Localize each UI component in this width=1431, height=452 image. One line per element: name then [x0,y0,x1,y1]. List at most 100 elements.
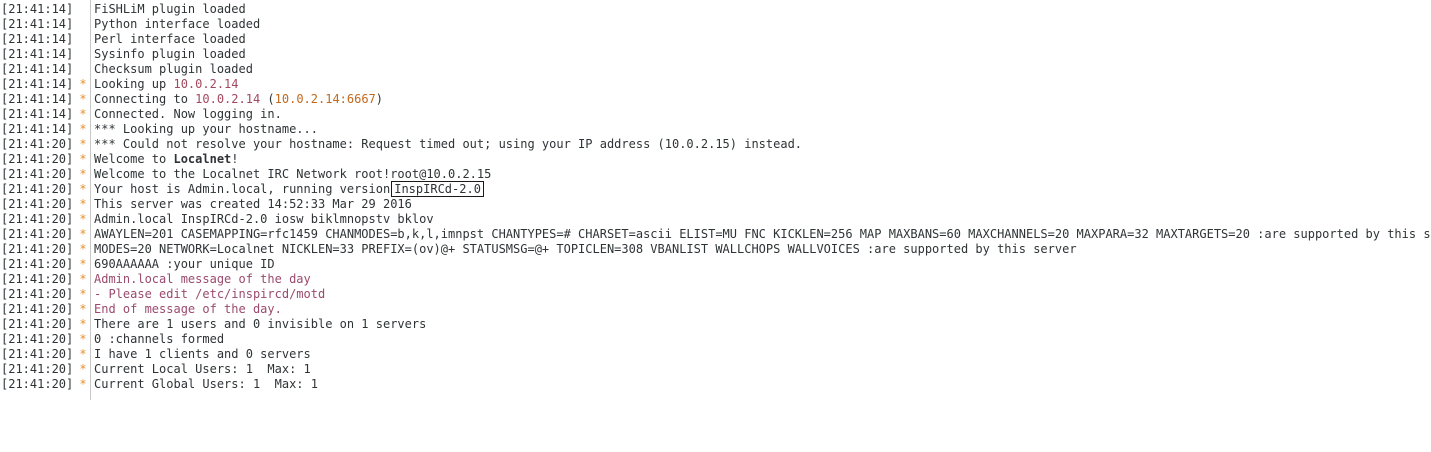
timestamp: [21:41:14] [1,62,74,76]
timestamp: [21:41:20] [1,152,74,166]
message-text: Welcome to Localnet! [94,152,239,167]
server-star-marker: * [79,152,87,166]
timestamp: [21:41:14] [1,47,74,61]
log-line: [21:41:20] * - Please edit /etc/inspircd… [0,287,1431,302]
log-line: [21:41:20] * Welcome to Localnet! [0,152,1431,167]
server-star-marker: * [79,362,87,376]
server-star-marker: * [79,347,87,361]
log-line: [21:41:14] Python interface loaded [0,17,1431,32]
timestamp: [21:41:20] [1,362,74,376]
server-star-marker: * [79,332,87,346]
log-line: [21:41:14] * Connecting to 10.0.2.14 (10… [0,92,1431,107]
timestamp: [21:41:20] [1,197,74,211]
message-prefix: Looking up [94,77,174,91]
log-line: [21:41:20] * Your host is Admin.local, r… [0,181,1431,197]
log-line: [21:41:20] * Welcome to the Localnet IRC… [0,167,1431,182]
log-line: [21:41:20] * Current Local Users: 1 Max:… [0,362,1431,377]
log-line: [21:41:20] * End of message of the day. [0,302,1431,317]
server-version-selection[interactable]: InspIRCd-2.0 [391,181,484,197]
message-text: Welcome to the Localnet IRC Network root… [94,167,492,181]
log-line: [21:41:14] Sysinfo plugin loaded [0,47,1431,62]
address-link[interactable]: 10.0.2.14:6667 [275,92,376,106]
timestamp: [21:41:20] [1,182,74,196]
motd-text: Admin.local message of the day [94,272,311,286]
log-line: [21:41:14] * Connected. Now logging in. [0,107,1431,122]
server-star-marker: * [79,302,87,316]
timestamp: [21:41:20] [1,167,74,181]
timestamp: [21:41:20] [1,347,74,361]
log-line: [21:41:20] * *** Could not resolve your … [0,137,1431,152]
log-line: [21:41:20] * Admin.local InspIRCd-2.0 io… [0,212,1431,227]
log-line: [21:41:20] * MODES=20 NETWORK=Localnet N… [0,242,1431,257]
server-star-marker: * [79,242,87,256]
log-line: [21:41:14] * *** Looking up your hostnam… [0,122,1431,137]
message-text: Connecting to 10.0.2.14 (10.0.2.14:6667) [94,92,383,107]
timestamp: [21:41:20] [1,317,74,331]
log-line: [21:41:14] * Looking up 10.0.2.14 [0,77,1431,92]
message-text: Sysinfo plugin loaded [94,47,246,61]
server-star-marker: * [79,287,87,301]
log-line: [21:41:20] * 0 :channels formed [0,332,1431,347]
timestamp: [21:41:14] [1,92,74,106]
server-star-marker: * [79,182,87,196]
server-star-marker: * [79,167,87,181]
message-text: I have 1 clients and 0 servers [94,347,311,361]
message-text: This server was created 14:52:33 Mar 29 … [94,197,412,211]
log-line: [21:41:20] * I have 1 clients and 0 serv… [0,347,1431,362]
message-text: *** Could not resolve your hostname: Req… [94,137,803,151]
server-star-marker: * [79,122,87,136]
server-star-marker: * [79,107,87,121]
server-star-marker: * [79,377,87,391]
message-text: Your host is Admin.local, running versio… [94,181,484,197]
timestamp: [21:41:20] [1,212,74,226]
server-star-marker: * [79,317,87,331]
message-text: Looking up 10.0.2.14 [94,77,239,92]
message-text: Connected. Now logging in. [94,107,282,121]
log-line: [21:41:20] * Admin.local message of the … [0,272,1431,287]
message-text: AWAYLEN=201 CASEMAPPING=rfc1459 CHANMODE… [94,227,1431,241]
server-star-marker: * [79,92,87,106]
message-text: There are 1 users and 0 invisible on 1 s… [94,317,427,331]
log-line: [21:41:20] * This server was created 14:… [0,197,1431,212]
message-text: Admin.local InspIRCd-2.0 iosw biklmnopst… [94,212,434,226]
message-prefix: Your host is Admin.local, running versio… [94,182,391,196]
network-name: Localnet [173,152,232,166]
server-star-marker: * [79,77,87,91]
motd-text: End of message of the day. [94,302,282,316]
message-text: Python interface loaded [94,17,261,31]
log-line: [21:41:14] Perl interface loaded [0,32,1431,47]
motd-text: - Please edit /etc/inspircd/motd [94,287,326,301]
host-link[interactable]: 10.0.2.14 [195,92,260,106]
timestamp: [21:41:20] [1,287,74,301]
log-line: [21:41:14] Checksum plugin loaded [0,62,1431,77]
server-star-marker: * [79,197,87,211]
message-text: *** Looking up your hostname... [94,122,318,136]
log-line: [21:41:20] * Current Global Users: 1 Max… [0,377,1431,392]
log-line: [21:41:20] * 690AAAAAA :your unique ID [0,257,1431,272]
timestamp: [21:41:14] [1,122,74,136]
message-text: 690AAAAAA :your unique ID [94,257,275,271]
timestamp: [21:41:20] [1,257,74,271]
host-link[interactable]: 10.0.2.14 [173,77,238,91]
server-star-marker: * [79,212,87,226]
timestamp: [21:41:14] [1,2,74,16]
message-text: Current Local Users: 1 Max: 1 [94,362,311,376]
message-middle: ( [260,92,275,106]
timestamp: [21:41:20] [1,227,74,241]
timestamp: [21:41:14] [1,32,74,46]
timestamp: [21:41:20] [1,242,74,256]
chat-log[interactable]: [21:41:14] FiSHLiM plugin loaded [21:41:… [0,2,1431,392]
timestamp: [21:41:14] [1,77,74,91]
timestamp: [21:41:20] [1,137,74,151]
message-suffix: ! [231,152,239,166]
timestamp: [21:41:20] [1,302,74,316]
message-suffix: ) [375,92,384,106]
message-text: Perl interface loaded [94,32,246,46]
server-star-marker: * [79,272,87,286]
message-text: 0 :channels formed [94,332,225,346]
message-text: MODES=20 NETWORK=Localnet NICKLEN=33 PRE… [94,242,1077,256]
timestamp: [21:41:14] [1,107,74,121]
message-prefix: Welcome to [94,152,174,166]
log-line: [21:41:20] * AWAYLEN=201 CASEMAPPING=rfc… [0,227,1431,242]
server-star-marker: * [79,137,87,151]
